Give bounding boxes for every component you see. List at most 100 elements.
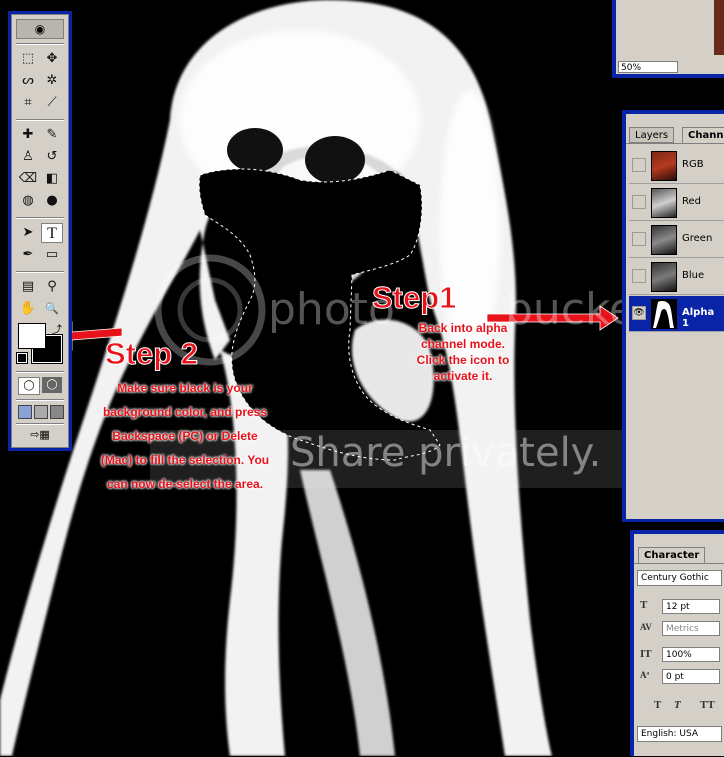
hand-tool-icon[interactable]: ✋ [17,299,39,319]
dodge-tool-icon[interactable]: ● [41,191,63,211]
swap-colors-icon[interactable]: ⤴ [52,321,62,336]
eye-icon[interactable]: 👁 [632,306,646,320]
default-colors-icon[interactable] [16,352,28,364]
zoom-level-field[interactable]: 50% [618,61,678,73]
clone-stamp-tool-icon[interactable]: ♙ [17,147,39,167]
toolbox-divider [16,43,64,45]
step1-title: Step1 [371,280,457,316]
brush-tool-icon[interactable]: ✎ [41,125,63,145]
pen-tool-icon[interactable]: ✒ [17,245,39,265]
baseline-shift-field[interactable]: 0 pt [662,669,720,684]
all-caps-style-icon[interactable]: TT [700,699,715,711]
history-brush-tool-icon[interactable]: ↺ [41,147,63,167]
channel-label: Alpha 1 [682,307,715,329]
step1-line: Click the icon to [416,353,510,367]
navigator-body: 50% [616,0,724,74]
type-tool-icon[interactable]: T [41,223,63,243]
channel-label: Red [682,196,701,207]
step2-text: Make sure black is your background color… [72,376,298,496]
standard-mode-icon[interactable]: ◯ [18,377,40,395]
screen-mode-full-menu-icon[interactable] [34,405,48,419]
toolbox-divider [16,399,64,401]
channel-row-red[interactable]: Red [629,185,724,221]
foreground-color-swatch[interactable] [18,323,46,349]
channels-list: RGB Red Green Blue 👁 Alpha 1 [626,143,724,519]
step2-line: Backspace (PC) or Delete [112,429,258,443]
zoom-tool-icon[interactable]: 🔍 [41,299,63,319]
channel-thumbnail [651,151,677,181]
jump-to-imageready-icon[interactable]: ⇨▦ [20,427,60,443]
slice-tool-icon[interactable]: ⟋ [41,93,63,113]
healing-brush-tool-icon[interactable]: ✚ [17,125,39,145]
quick-mask-mode-icon[interactable]: ◯ [42,377,62,393]
channel-thumbnail [651,262,677,292]
font-size-icon: T [640,599,648,611]
channel-thumbnail [651,299,677,329]
step2-line: can now de-select the area. [106,477,264,491]
kerning-icon: AV [640,622,652,632]
channel-row-rgb[interactable]: RGB [629,148,724,184]
step2-line: background color, and press [102,405,268,419]
channel-label: Green [682,233,713,244]
toolbox-divider [16,271,64,273]
marquee-tool-icon[interactable]: ⬚ [17,49,39,69]
baseline-shift-icon: Aª [640,670,650,680]
channel-label: Blue [682,270,705,281]
tab-channels[interactable]: Channels [682,127,724,143]
notes-tool-icon[interactable]: ▤ [17,277,39,297]
visibility-toggle[interactable] [632,232,646,246]
visibility-toggle[interactable] [632,158,646,172]
vertical-scale-icon: IT [640,648,652,660]
navigator-preview [714,0,724,55]
blur-tool-icon[interactable]: ◍ [17,191,39,211]
font-family-field[interactable]: Century Gothic [637,570,722,586]
move-tool-icon[interactable]: ✥ [41,49,63,69]
toolbox-divider [16,423,64,425]
italic-style-icon[interactable]: T [674,699,681,711]
font-size-field[interactable]: 12 pt [662,599,720,614]
eraser-tool-icon[interactable]: ⌫ [17,169,39,189]
watermark-tagline: Share privately. [290,430,602,476]
toolbox-divider [16,119,64,121]
screen-mode-full-icon[interactable] [50,405,64,419]
language-field[interactable]: English: USA [637,726,722,742]
step1-text: Back into alpha channel mode. Click the … [388,320,538,384]
tab-layers[interactable]: Layers [629,127,675,143]
step1-line: activate it. [433,369,493,383]
channel-label: RGB [682,159,704,170]
navigator-palette: 50% [612,0,724,78]
character-content: Century Gothic T 12 pt AV Metrics IT 100… [634,563,724,757]
magic-wand-tool-icon[interactable]: ✲ [41,71,63,91]
channel-row-alpha-1[interactable]: 👁 Alpha 1 [629,296,724,332]
document-canvas[interactable]: photo bucket Share privately. Step1 Back… [0,0,724,756]
channels-body: Layers Channels RGB Red Green Blue [626,114,724,519]
bold-style-icon[interactable]: T [654,699,661,711]
step2-title: Step 2 [104,336,199,372]
step2-line: (Mac) to fill the selection. You [100,453,270,467]
channel-row-blue[interactable]: Blue [629,259,724,295]
vertical-scale-field[interactable]: 100% [662,647,720,662]
gradient-tool-icon[interactable]: ◧ [41,169,63,189]
channel-row-green[interactable]: Green [629,222,724,258]
lasso-tool-icon[interactable]: ᔕ [17,71,39,91]
tab-character[interactable]: Character [638,547,706,563]
toolbox-divider [16,217,64,219]
character-palette: Character Century Gothic T 12 pt AV Metr… [630,530,724,756]
channels-palette: Layers Channels RGB Red Green Blue [622,110,724,522]
screen-mode-standard-icon[interactable] [18,405,32,419]
eyedropper-tool-icon[interactable]: ⚲ [41,277,63,297]
toolbox-body: ◉ ⬚ ✥ ᔕ ✲ ⌗ ⟋ ✚ ✎ ♙ ↺ ⌫ ◧ ◍ ● ➤ T ✒ ▭ ▤ … [11,14,69,448]
step1-line: Back into alpha [418,321,508,335]
shape-tool-icon[interactable]: ▭ [41,245,63,265]
visibility-toggle[interactable] [632,195,646,209]
kerning-field[interactable]: Metrics [662,621,720,636]
adobe-logo-icon[interactable]: ◉ [16,19,64,39]
path-selection-tool-icon[interactable]: ➤ [17,223,39,243]
channel-thumbnail [651,225,677,255]
alpha-thumbnail-art [653,301,674,328]
toolbox-divider [16,371,64,373]
toolbox-palette: ◉ ⬚ ✥ ᔕ ✲ ⌗ ⟋ ✚ ✎ ♙ ↺ ⌫ ◧ ◍ ● ➤ T ✒ ▭ ▤ … [8,11,72,451]
character-body: Character Century Gothic T 12 pt AV Metr… [634,534,724,756]
crop-tool-icon[interactable]: ⌗ [17,93,39,113]
visibility-toggle[interactable] [632,269,646,283]
